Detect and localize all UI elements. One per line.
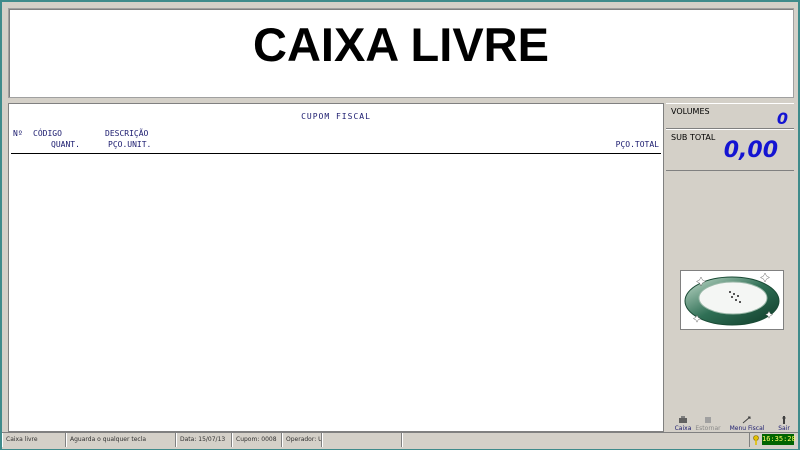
subtotal-label: SUB TOTAL [671, 133, 716, 142]
column-header-number: Nº [13, 129, 23, 138]
status-hint: Aguarda o qualquer tecla [66, 433, 176, 447]
clock-area: 16:35:28 [750, 433, 796, 447]
clock: 16:35:28 [762, 434, 796, 445]
estornar-button-label: Estornar [695, 425, 721, 432]
volumes-label: VOLUMES [671, 107, 710, 116]
status-spacer-2 [402, 433, 750, 447]
summary-panel: VOLUMES 0 SUB TOTAL 0,00 Caixa Estornar … [665, 103, 796, 439]
caixa-button-label: Caixa [674, 425, 692, 432]
menu-icon [742, 416, 751, 424]
subtotal-box: SUB TOTAL 0,00 [666, 129, 794, 171]
column-header-unit-price: PÇO.UNIT. [108, 140, 152, 149]
estornar-button[interactable]: Estornar [693, 416, 723, 432]
status-cupom: Cupom: 0008 [232, 433, 282, 447]
sair-button[interactable]: Sair [773, 416, 795, 432]
status-bar: Caixa livre Aguarda o qualquer tecla Dat… [2, 432, 798, 449]
subtotal-value: 0,00 [723, 138, 778, 163]
logo-image [680, 270, 784, 330]
status-caixa: Caixa livre [2, 433, 66, 447]
status-date: Data: 15/07/13 [176, 433, 232, 447]
status-operator: Operador: Usuário [282, 433, 322, 447]
banner-title: CAIXA LIVRE [253, 18, 549, 71]
column-header-total-price: PÇO.TOTAL [615, 140, 659, 149]
coupon-items-list[interactable] [11, 155, 661, 429]
exit-icon [782, 416, 786, 424]
fiscal-coupon-panel: CUPOM FISCAL Nº CÓDIGO DESCRIÇÃO QUANT. … [8, 103, 664, 432]
sair-button-label: Sair [778, 425, 790, 432]
register-icon [679, 416, 687, 423]
header-divider [11, 153, 661, 154]
volumes-value: 0 [776, 109, 788, 128]
ring-logo-icon [684, 272, 780, 326]
key-icon [753, 435, 759, 445]
status-spacer [322, 433, 402, 447]
column-header-code: CÓDIGO [33, 129, 62, 138]
column-header-description: DESCRIÇÃO [105, 129, 149, 138]
status-banner: CAIXA LIVRE [8, 8, 794, 98]
volumes-box: VOLUMES 0 [666, 103, 794, 129]
app-window: CAIXA LIVRE CUPOM FISCAL Nº CÓDIGO DESCR… [0, 0, 800, 450]
coupon-title: CUPOM FISCAL [301, 112, 371, 121]
column-header-quantity: QUANT. [51, 140, 80, 149]
undo-icon [705, 417, 711, 423]
